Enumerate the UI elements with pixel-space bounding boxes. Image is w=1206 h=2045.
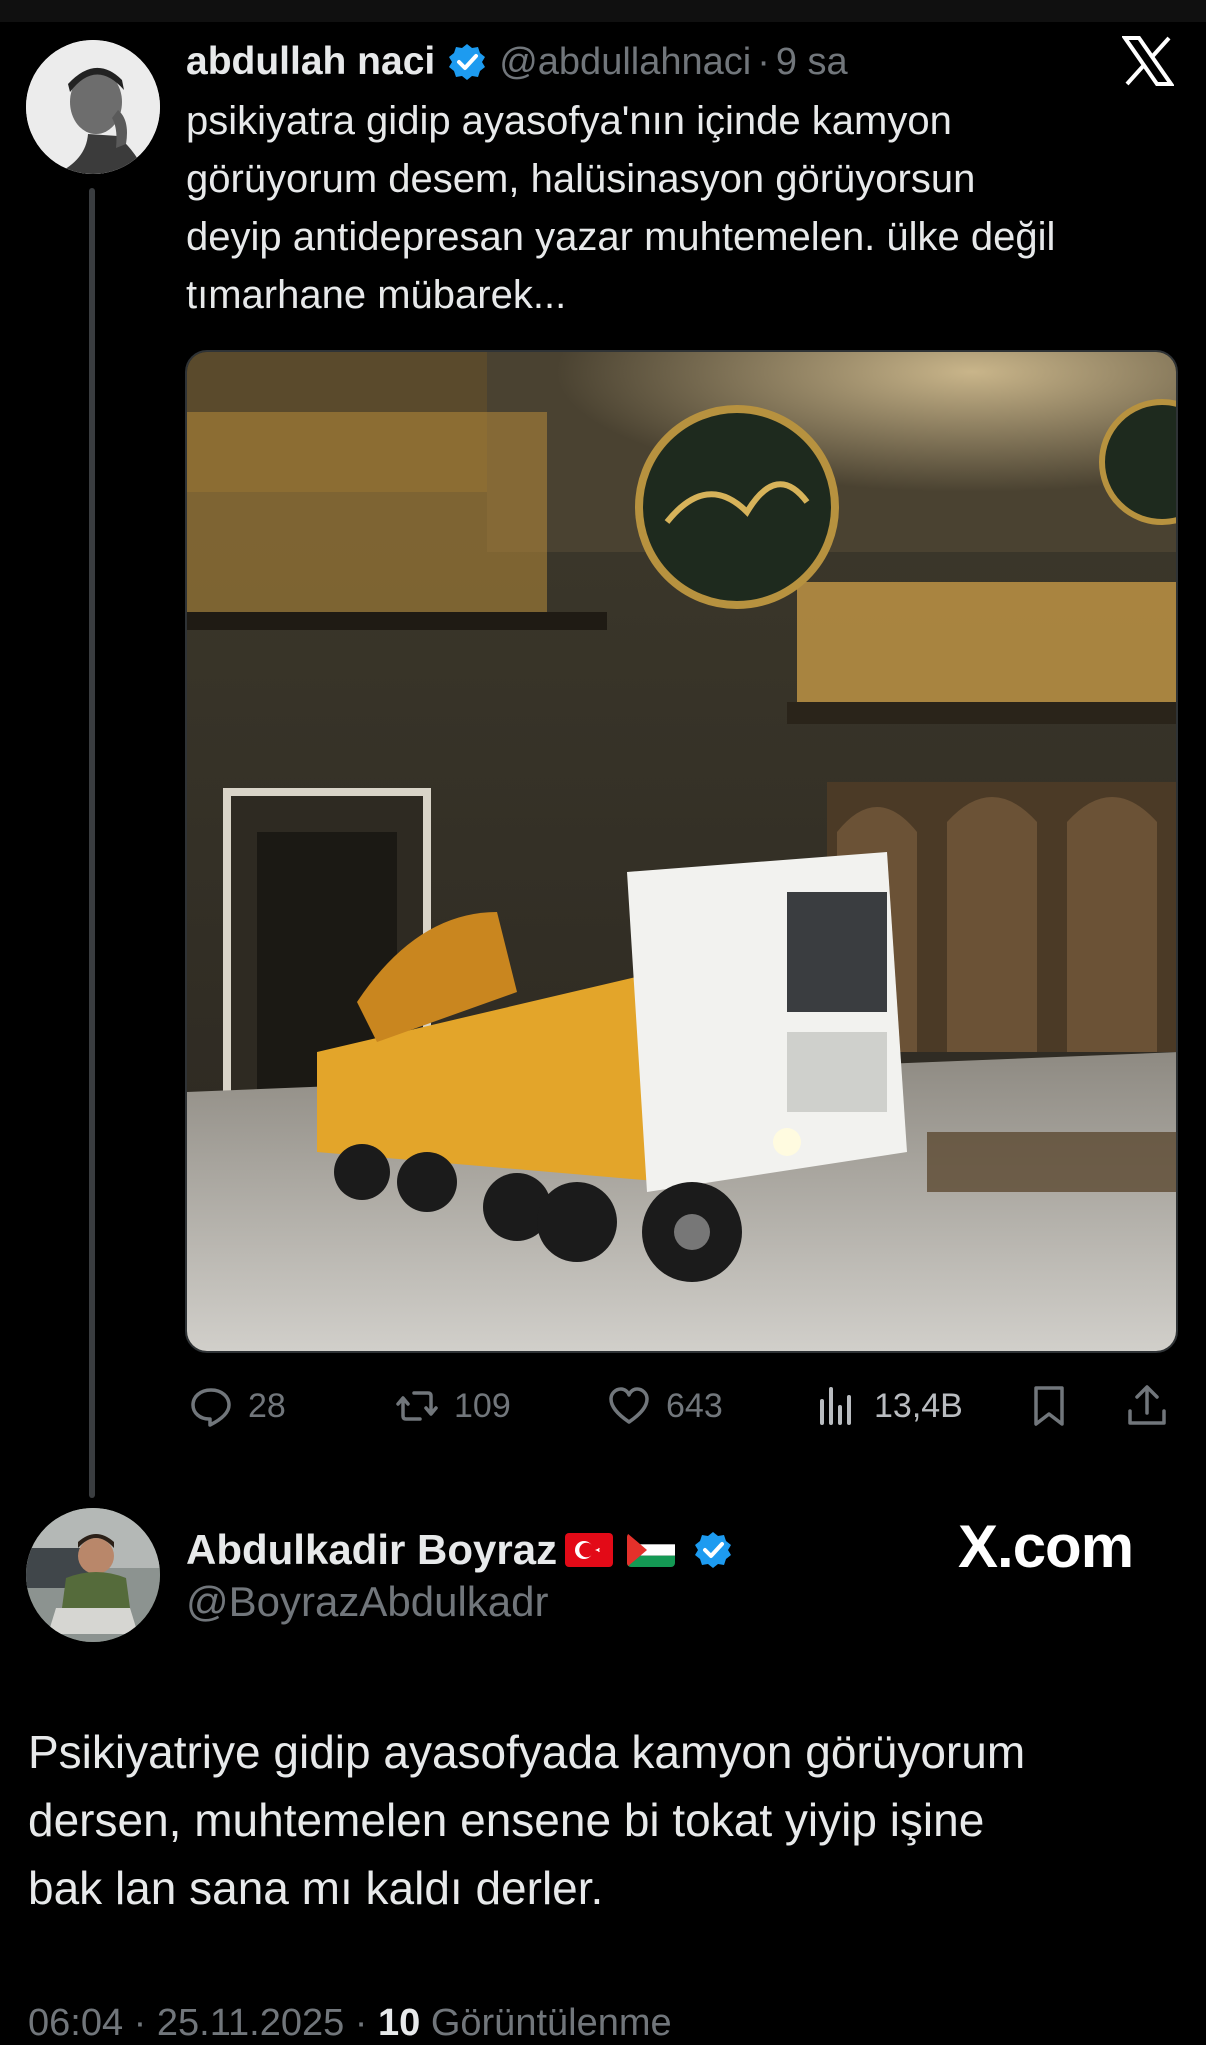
views-label: Görüntülenme (420, 2002, 672, 2044)
verified-badge-icon (695, 1532, 732, 1568)
tweet-photo[interactable] (185, 350, 1178, 1353)
separator-dot: · (757, 40, 770, 83)
repost-count: 109 (454, 1386, 511, 1425)
avatar[interactable] (26, 1508, 160, 1642)
handle[interactable]: @abdullahnaci (499, 41, 751, 84)
heart-icon (609, 1387, 649, 1424)
main-tweet-text: Psikiyatriye gidip ayasofyada kamyon gör… (28, 1726, 1026, 1914)
like-count: 643 (666, 1386, 723, 1425)
timestamp[interactable]: 06:04 · 25.11.2025 · (28, 2002, 378, 2044)
display-name[interactable]: Abdulkadir Boyraz (186, 1526, 557, 1574)
repost-icon (396, 1391, 438, 1421)
reply-icon (191, 1388, 231, 1427)
share-icon (1128, 1385, 1166, 1425)
quoted-tweet-header: abdullah naci @abdullahnaci · 9 sa (186, 34, 848, 90)
views-button[interactable]: 13,4B (814, 1380, 963, 1432)
views-count: 13,4B (874, 1386, 963, 1425)
repost-button[interactable]: 109 (394, 1380, 511, 1432)
reply-button[interactable]: 28 (188, 1380, 286, 1432)
main-tweet-header: Abdulkadir Boyraz (186, 1520, 733, 1580)
analytics-bar-chart-icon (820, 1387, 851, 1425)
status-bar (0, 0, 1206, 22)
x-logo-icon (1122, 36, 1174, 86)
handle[interactable]: @BoyrazAbdulkadr (186, 1578, 548, 1626)
bookmark-icon (1034, 1386, 1064, 1426)
like-button[interactable]: 643 (606, 1380, 723, 1432)
views-count: 10 (378, 2002, 421, 2044)
reply-count: 28 (248, 1386, 286, 1425)
display-name[interactable]: abdullah naci (186, 40, 435, 84)
post-time[interactable]: 9 sa (776, 41, 848, 84)
avatar[interactable] (26, 40, 160, 174)
verified-badge-icon (449, 44, 486, 80)
thread-connector-line (89, 188, 95, 1498)
x-com-watermark: X.com (958, 1513, 1134, 1580)
tweet-action-bar: 28 109 643 13,4B (186, 1380, 1176, 1432)
palestine-flag-icon (627, 1533, 676, 1567)
turkey-flag-icon (565, 1533, 614, 1567)
share-button[interactable] (1124, 1380, 1184, 1432)
bookmark-button[interactable] (1026, 1380, 1086, 1432)
quoted-tweet-text: psikiyatra gidip ayasofya'nın içinde kam… (186, 99, 1056, 317)
